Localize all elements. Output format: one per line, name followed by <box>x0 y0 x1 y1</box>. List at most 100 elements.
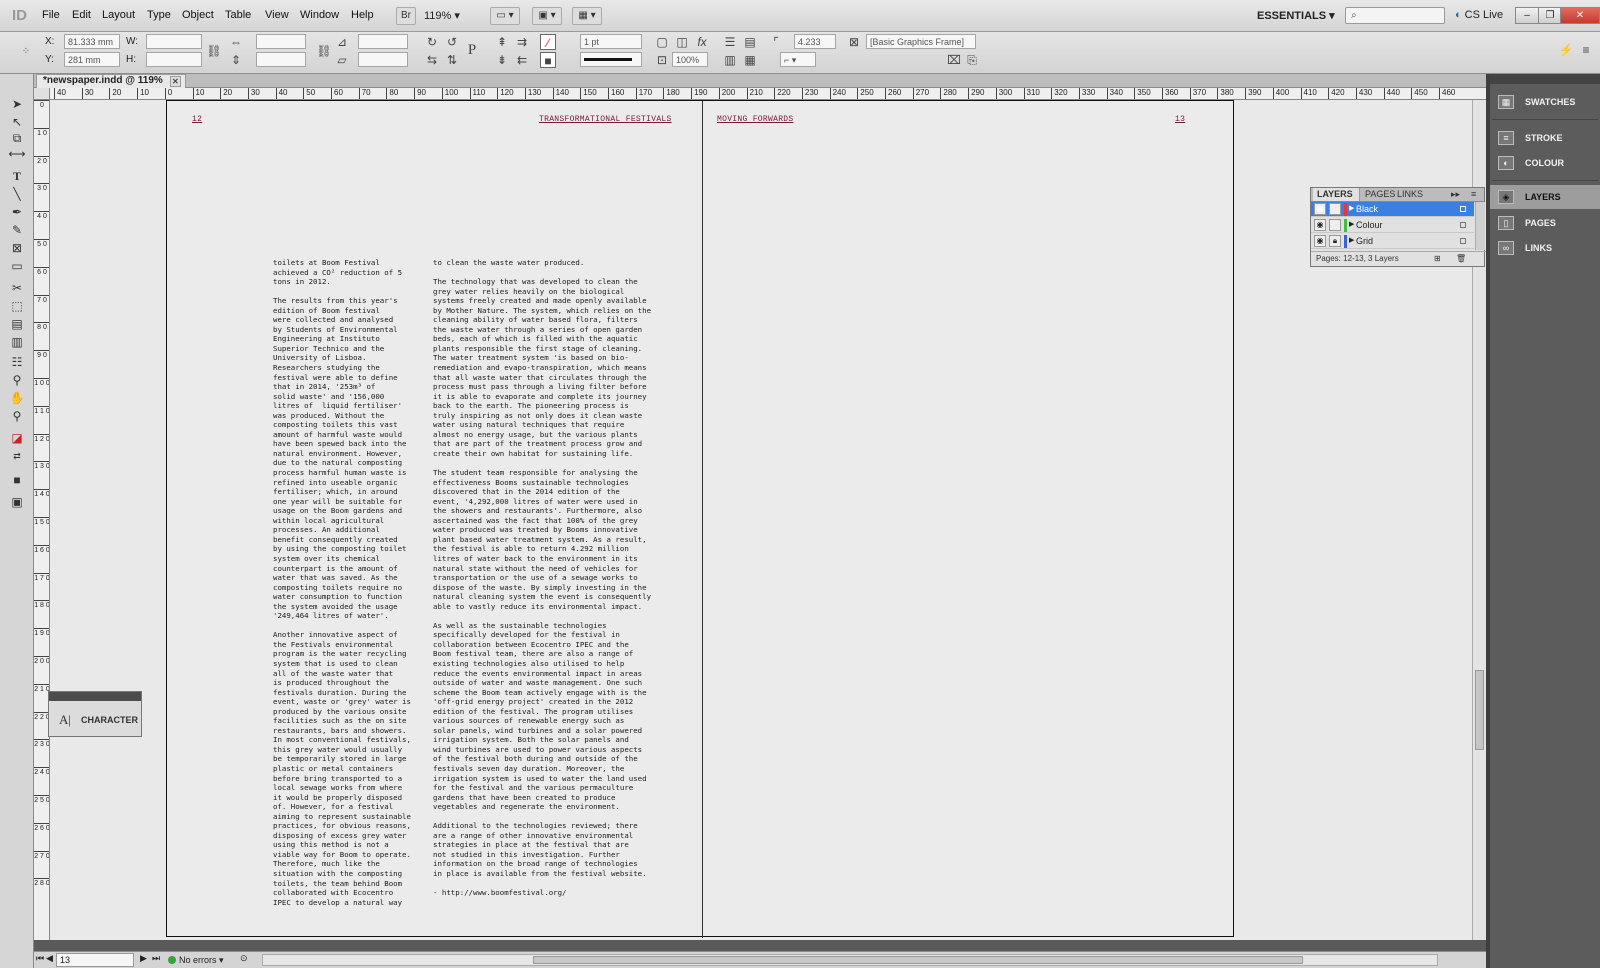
dock-pages[interactable]: ▯ PAGES <box>1490 211 1600 235</box>
next-page-icon[interactable]: ▶ <box>140 953 147 964</box>
menu-view[interactable]: View <box>265 9 289 21</box>
text-wrap-jump-icon[interactable]: ▦ <box>742 52 758 68</box>
menu-type[interactable]: Type <box>147 9 171 21</box>
menu-table[interactable]: Table <box>225 9 251 21</box>
minimize-button[interactable]: – <box>1515 7 1539 24</box>
stroke-swatch-icon[interactable]: ■ <box>540 52 556 68</box>
document-tab[interactable]: *newspaper.indd @ 119% ✕ <box>36 74 186 88</box>
article-column-1[interactable]: toilets at Boom Festival achieved a CO² … <box>273 258 411 907</box>
menu-object[interactable]: Object <box>182 9 214 21</box>
tab-layers[interactable]: LAYERS <box>1313 188 1360 201</box>
rotation-field[interactable] <box>358 34 408 49</box>
shadow-toggle-icon[interactable]: ◫ <box>674 34 690 50</box>
pasteboard[interactable]: 12 TRANSFORMATIONAL FESTIVALS MOVING FOR… <box>50 100 1486 940</box>
new-layer-icon[interactable]: ⊞ <box>1434 252 1441 266</box>
horizontal-ruler[interactable]: 40 30 20 10 0 10 20 30 40 50 60 70 80 90 100 110 120 130 1… <box>50 88 1486 100</box>
layer-target-icon[interactable] <box>1460 222 1466 228</box>
select-next-icon[interactable]: ⇉ <box>514 34 530 50</box>
free-transform-tool-icon[interactable]: ⬚ <box>8 298 26 314</box>
lock-toggle[interactable] <box>1329 219 1341 231</box>
pen-tool-icon[interactable]: ✒ <box>8 204 26 220</box>
close-window-button[interactable]: ✕ <box>1560 7 1600 24</box>
last-page-icon[interactable]: ⏭ <box>152 953 160 964</box>
collapse-panel-icon[interactable]: ▸▸ <box>1451 189 1460 200</box>
dock-stroke[interactable]: ≡ STROKE <box>1490 126 1600 150</box>
fill-stroke-icon[interactable]: ◪ <box>8 430 26 446</box>
layer-target-icon[interactable] <box>1460 238 1466 244</box>
preflight-status[interactable]: No errors ▾ <box>168 954 224 966</box>
menu-file[interactable]: File <box>42 9 60 21</box>
text-wrap-none-icon[interactable]: ☰ <box>722 34 738 50</box>
drop-shadow-icon[interactable]: ▢ <box>654 34 670 50</box>
layers-scrollbar[interactable] <box>1475 202 1485 250</box>
dock-swatches[interactable]: ▦ SWATCHES <box>1490 90 1600 114</box>
first-page-icon[interactable]: ⏮ <box>36 953 44 964</box>
ruler-origin[interactable] <box>34 88 50 100</box>
x-position-field[interactable]: 81.333 mm <box>64 34 120 49</box>
gradient-swatch-tool-icon[interactable]: ▤ <box>8 316 26 332</box>
clear-overrides-icon[interactable]: ⌧ <box>946 52 962 68</box>
shear-field[interactable] <box>358 52 408 67</box>
dock-colour[interactable]: ◐ COLOUR <box>1490 151 1600 175</box>
flip-v-icon[interactable]: ⇅ <box>444 52 460 68</box>
panel-options-icon[interactable]: ≡ <box>1471 189 1476 199</box>
menu-edit[interactable]: Edit <box>72 9 91 21</box>
page-spread[interactable]: 12 TRANSFORMATIONAL FESTIVALS MOVING FOR… <box>166 100 1234 938</box>
rectangle-frame-tool-icon[interactable]: ⊠ <box>8 240 26 256</box>
character-panel[interactable]: A| CHARACTER <box>48 691 142 737</box>
bridge-button[interactable]: Br <box>396 7 416 25</box>
text-wrap-bbox-icon[interactable]: ▤ <box>742 34 758 50</box>
note-tool-icon[interactable]: ☷ <box>8 354 26 370</box>
normal-mode-icon[interactable]: ■ <box>8 472 26 488</box>
lightning-icon[interactable]: ⚡ <box>1558 42 1574 58</box>
corner-size-field[interactable]: 4.233 mm <box>794 34 836 59</box>
line-tool-icon[interactable]: ╲ <box>8 186 26 202</box>
layer-row-black[interactable]: ◉ ▶ Black <box>1311 202 1474 217</box>
corner-shape-select[interactable]: ⌐ ▾ <box>780 52 816 67</box>
character-panel-titlebar[interactable] <box>49 692 141 701</box>
width-field[interactable] <box>146 34 202 49</box>
close-tab-icon[interactable]: ✕ <box>169 76 181 87</box>
expand-triangle-icon[interactable]: ▶ <box>1349 234 1354 248</box>
arrange-documents-button[interactable]: ▦ ▾ <box>572 7 602 25</box>
scale-y-field[interactable] <box>256 52 306 67</box>
hand-tool-icon[interactable]: ✋ <box>8 390 26 406</box>
select-content-icon[interactable]: ⇟ <box>494 52 510 68</box>
dock-titlebar[interactable] <box>1490 74 1600 84</box>
delete-layer-icon[interactable]: 🗑︎ <box>1456 252 1466 266</box>
tab-links[interactable]: LINKS <box>1397 189 1423 199</box>
panel-menu-icon[interactable]: ≡ <box>1578 42 1594 58</box>
layer-target-icon[interactable] <box>1460 206 1466 212</box>
layer-row-colour[interactable]: ◉ ▶ Colour <box>1311 218 1474 233</box>
vertical-scroll-thumb[interactable] <box>1475 670 1484 750</box>
dock-layers[interactable]: ◈ LAYERS <box>1490 185 1600 209</box>
swap-fill-stroke-icon[interactable]: ⇄ <box>8 448 26 464</box>
view-options-button[interactable]: ▭ ▾ <box>490 7 520 25</box>
menu-layout[interactable]: Layout <box>102 9 135 21</box>
constrain-scale-icon[interactable]: ⛓ <box>316 43 332 59</box>
stroke-weight-field[interactable]: 1 pt <box>580 34 642 49</box>
eye-icon[interactable]: ◉ <box>1314 219 1326 231</box>
rectangle-tool-icon[interactable]: ▭ <box>8 258 26 274</box>
height-field[interactable] <box>146 52 202 67</box>
maximize-button[interactable]: ❐ <box>1538 7 1562 24</box>
page-tool-icon[interactable]: ⧉ <box>8 130 26 146</box>
screen-mode-icon[interactable]: ▣ <box>8 494 26 510</box>
horizontal-scroll-thumb[interactable] <box>533 956 1303 964</box>
dock-links[interactable]: ∞ LINKS <box>1490 236 1600 260</box>
gap-tool-icon[interactable]: ⟷ <box>8 146 26 162</box>
direct-selection-tool-icon[interactable]: ↖ <box>8 114 26 130</box>
type-tool-icon[interactable]: T <box>8 168 26 184</box>
layer-row-grid[interactable]: ◉ 🔒︎ ▶ Grid <box>1311 234 1474 249</box>
open-document-icon[interactable]: ⊙ <box>240 953 248 964</box>
lock-toggle[interactable] <box>1329 203 1341 215</box>
selection-tool-icon[interactable]: ➤ <box>8 96 26 112</box>
object-style-select[interactable]: [Basic Graphics Frame] <box>866 34 976 49</box>
cs-live-button[interactable]: ◐ CS Live <box>1455 9 1503 21</box>
select-prev-icon[interactable]: ⇇ <box>514 52 530 68</box>
prev-page-icon[interactable]: ◀ <box>46 953 53 964</box>
expand-triangle-icon[interactable]: ▶ <box>1349 218 1354 232</box>
menu-help[interactable]: Help <box>351 9 374 21</box>
scissors-tool-icon[interactable]: ✂ <box>8 280 26 296</box>
screen-mode-button[interactable]: ▣ ▾ <box>532 7 562 25</box>
